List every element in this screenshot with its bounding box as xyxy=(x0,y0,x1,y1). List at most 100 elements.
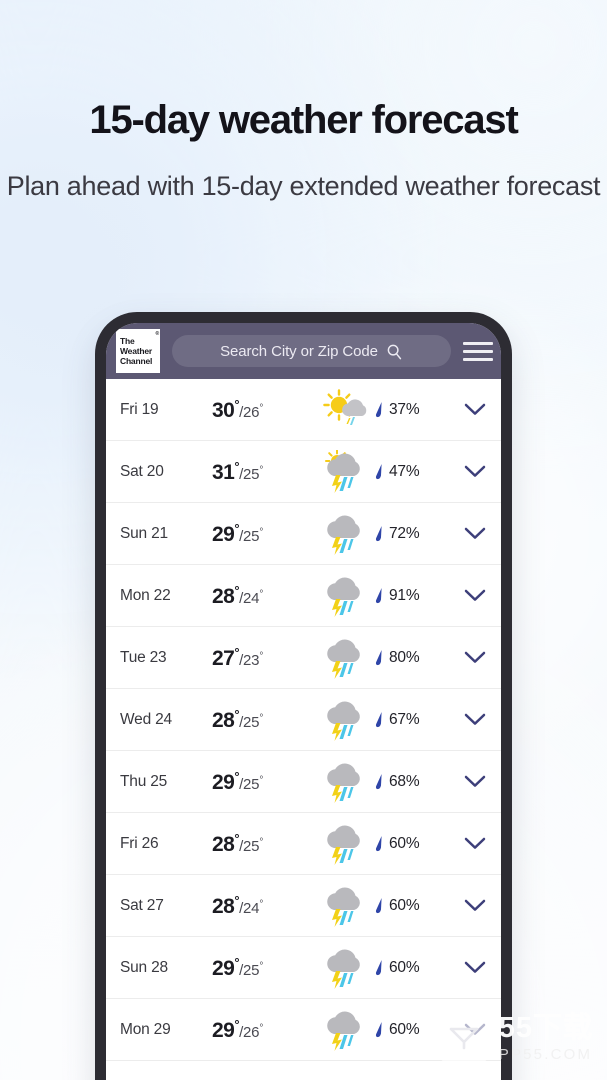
precipitation-value: 80% xyxy=(389,648,420,666)
expand-row-button[interactable] xyxy=(452,526,497,541)
forecast-row[interactable]: Sun 21 29°/25° 72% xyxy=(106,503,501,565)
forecast-row[interactable]: Sun 28 29°/25° 60% xyxy=(106,937,501,999)
forecast-row[interactable]: Wed 24 28°/25° 67% xyxy=(106,689,501,751)
logo-line-2: Weather xyxy=(120,346,152,356)
forecast-high-temp: 28° xyxy=(212,830,240,856)
raindrop-icon xyxy=(375,774,382,790)
precipitation-chance: 47% xyxy=(374,463,452,481)
forecast-low-temp: /25° xyxy=(239,774,264,793)
logo-line-3: Channel xyxy=(120,356,153,366)
expand-row-button[interactable] xyxy=(452,774,497,789)
cloud-storm-icon xyxy=(316,636,374,680)
forecast-high-temp: 31° xyxy=(212,458,240,484)
forecast-high-temp: 28° xyxy=(212,582,240,608)
forecast-row[interactable]: Sat 20 31°/25° 47% xyxy=(106,441,501,503)
chevron-down-icon xyxy=(464,961,485,973)
weather-channel-logo[interactable]: ® The Weather Channel xyxy=(116,329,160,373)
forecast-list: Fri 19 30°/26° 37% Sat 20 31°/25° 47% Sun 21 29… xyxy=(106,379,501,1061)
forecast-row[interactable]: Tue 23 27°/23° 80% xyxy=(106,627,501,689)
forecast-day-label: Sun 28 xyxy=(120,958,168,976)
forecast-temperature: 28°/24° xyxy=(212,893,316,919)
chevron-down-icon xyxy=(464,1023,485,1035)
precipitation-value: 60% xyxy=(389,1020,420,1038)
raindrop-icon xyxy=(375,464,382,480)
forecast-row[interactable]: Sat 27 28°/24° 60% xyxy=(106,875,501,937)
expand-row-button[interactable] xyxy=(452,588,497,603)
trademark-mark: ® xyxy=(155,331,160,337)
hamburger-bar-3 xyxy=(463,357,493,361)
expand-row-button[interactable] xyxy=(452,898,497,913)
forecast-low-temp: /25° xyxy=(239,464,264,483)
chevron-down-icon xyxy=(464,651,485,663)
precipitation-value: 60% xyxy=(389,896,420,914)
forecast-temperature: 28°/25° xyxy=(212,707,316,733)
cloud-storm-icon xyxy=(316,760,374,804)
forecast-temperature: 27°/23° xyxy=(212,645,316,671)
precipitation-value: 68% xyxy=(389,772,420,790)
watermark-text: 55下载 PP55.COM xyxy=(498,1012,593,1063)
forecast-low-temp: /25° xyxy=(239,836,264,855)
expand-row-button[interactable] xyxy=(452,464,497,479)
watermark-en: PP55.COM xyxy=(498,1046,593,1063)
watermark-cn: 55下载 xyxy=(498,1012,593,1044)
precipitation-chance: 72% xyxy=(374,525,452,543)
forecast-high-temp: 30° xyxy=(212,396,240,422)
search-input[interactable]: Search City or Zip Code xyxy=(172,335,451,367)
expand-row-button[interactable] xyxy=(452,960,497,975)
raindrop-icon xyxy=(375,960,382,976)
forecast-day-label: Sun 21 xyxy=(120,524,168,542)
page-subtitle: Plan ahead with 15-day extended weather … xyxy=(6,171,601,201)
chevron-down-icon xyxy=(464,775,485,787)
precipitation-chance: 67% xyxy=(374,711,452,729)
cloud-storm-icon xyxy=(316,884,374,928)
precipitation-value: 47% xyxy=(389,462,420,480)
cloud-storm-icon xyxy=(316,822,374,866)
precipitation-chance: 80% xyxy=(374,649,452,667)
expand-row-button[interactable] xyxy=(452,1022,497,1037)
search-placeholder: Search City or Zip Code xyxy=(220,342,378,360)
expand-row-button[interactable] xyxy=(452,836,497,851)
raindrop-icon xyxy=(375,712,382,728)
forecast-row[interactable]: Mon 29 29°/26° 60% xyxy=(106,999,501,1061)
forecast-temperature: 29°/25° xyxy=(212,955,316,981)
precipitation-value: 91% xyxy=(389,586,420,604)
cloud-storm-icon xyxy=(316,698,374,742)
forecast-low-temp: /25° xyxy=(239,960,264,979)
logo-line-1: The xyxy=(120,336,135,346)
forecast-day-label: Thu 25 xyxy=(120,772,168,790)
raindrop-icon xyxy=(375,526,382,542)
precipitation-chance: 91% xyxy=(374,587,452,605)
forecast-high-temp: 29° xyxy=(212,1016,240,1042)
forecast-low-temp: /25° xyxy=(239,712,264,731)
chevron-down-icon xyxy=(464,527,485,539)
hamburger-menu-icon[interactable] xyxy=(461,334,495,368)
forecast-row[interactable]: Thu 25 29°/25° 68% xyxy=(106,751,501,813)
precipitation-chance: 60% xyxy=(374,1021,452,1039)
forecast-high-temp: 29° xyxy=(212,520,240,546)
precipitation-value: 60% xyxy=(389,958,420,976)
forecast-high-temp: 29° xyxy=(212,768,240,794)
forecast-row[interactable]: Fri 19 30°/26° 37% xyxy=(106,379,501,441)
forecast-high-temp: 29° xyxy=(212,954,240,980)
app-header: ® The Weather Channel Search City or Zip… xyxy=(106,323,501,379)
forecast-row[interactable]: Fri 26 28°/25° 60% xyxy=(106,813,501,875)
precipitation-value: 67% xyxy=(389,710,420,728)
forecast-low-temp: /24° xyxy=(239,588,264,607)
forecast-row[interactable]: Mon 22 28°/24° 91% xyxy=(106,565,501,627)
hamburger-bar-2 xyxy=(463,349,493,353)
expand-row-button[interactable] xyxy=(452,712,497,727)
search-icon xyxy=(387,344,402,359)
expand-row-button[interactable] xyxy=(452,650,497,665)
expand-row-button[interactable] xyxy=(452,402,497,417)
forecast-day-label: Sat 27 xyxy=(120,896,164,914)
forecast-temperature: 29°/25° xyxy=(212,769,316,795)
forecast-temperature: 29°/26° xyxy=(212,1017,316,1043)
chevron-down-icon xyxy=(464,713,485,725)
forecast-day-label: Mon 29 xyxy=(120,1020,171,1038)
forecast-temperature: 31°/25° xyxy=(212,459,316,485)
precipitation-chance: 37% xyxy=(374,401,452,419)
chevron-down-icon xyxy=(464,403,485,415)
precipitation-chance: 68% xyxy=(374,773,452,791)
forecast-temperature: 28°/24° xyxy=(212,583,316,609)
precipitation-value: 72% xyxy=(389,524,420,542)
